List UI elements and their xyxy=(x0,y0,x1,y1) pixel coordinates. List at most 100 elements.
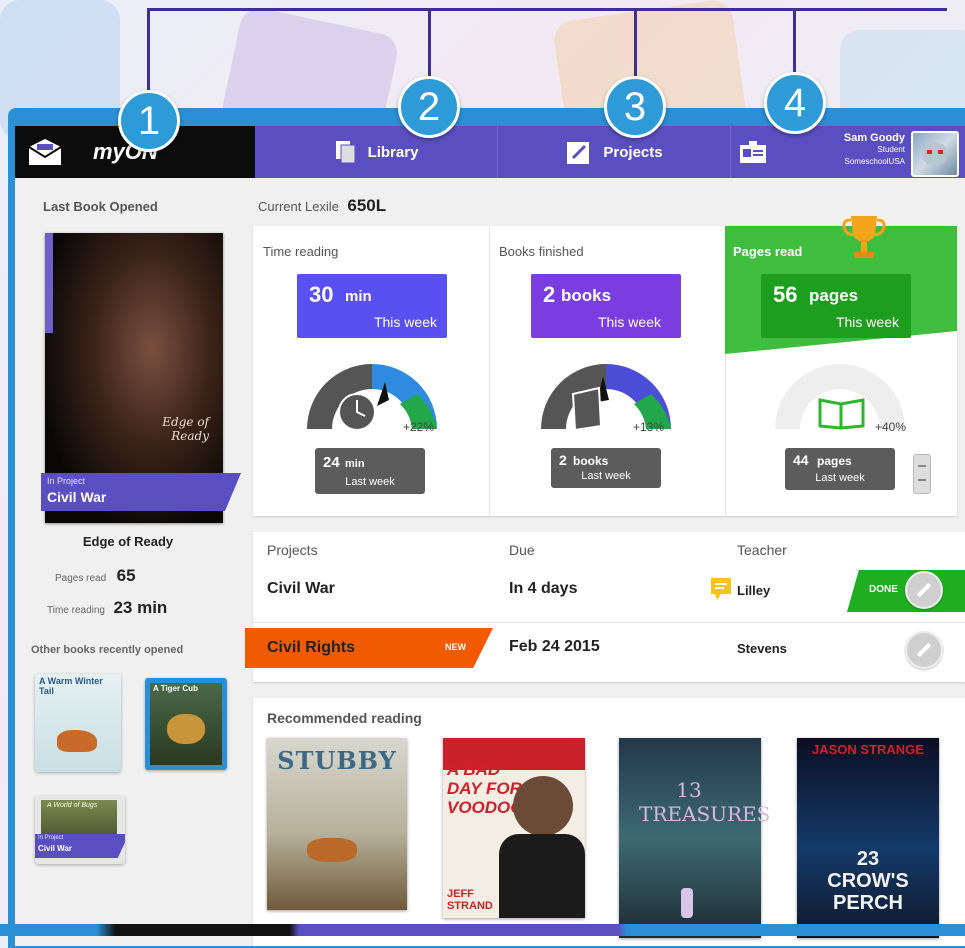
other-book-title: A Warm Winter Tail xyxy=(39,676,103,696)
book-title: Edge of Ready xyxy=(82,534,174,549)
stat-last-period: Last week xyxy=(581,470,631,482)
stat-unit: min xyxy=(345,288,372,305)
nav-projects-label: Projects xyxy=(603,143,663,161)
stat-last-unit: pages xyxy=(817,454,852,468)
in-project-small: In Project xyxy=(47,476,86,486)
scroll-button[interactable] xyxy=(913,454,931,494)
teacher-header: Teacher xyxy=(737,542,787,558)
stat-unit: books xyxy=(561,286,612,305)
edit-button[interactable] xyxy=(905,631,943,669)
book-title: STUBBY xyxy=(277,746,397,775)
stat-this-week: 30 min This week xyxy=(297,274,447,338)
stat-heading: Pages read xyxy=(733,244,803,259)
pages-read-value: 65 xyxy=(116,566,136,585)
time-reading-label: Time reading xyxy=(47,605,105,616)
library-icon xyxy=(335,141,356,164)
nav-projects[interactable]: Projects xyxy=(498,126,730,178)
stat-last-week: 24 min Last week xyxy=(315,448,425,494)
sidebar: Last Book Opened Edge of Ready In Projec… xyxy=(15,178,241,946)
project-row[interactable]: Civil War In 4 days Lilley DONE xyxy=(253,566,965,623)
pages-read-label: Pages read xyxy=(55,573,107,584)
recommended-book[interactable]: 13 TREASURES xyxy=(619,738,771,938)
book-title: 23 CROW'S PERCH xyxy=(827,848,909,914)
mail-icon xyxy=(28,139,62,165)
new-badge: NEW xyxy=(445,642,466,652)
stat-value: 56 xyxy=(773,282,798,307)
stat-this-week: 56 pages This week xyxy=(761,274,911,338)
stat-last-value: 44 xyxy=(793,452,809,468)
project-teacher: Lilley xyxy=(737,583,771,598)
stat-last-value: 24 xyxy=(323,454,340,471)
stat-last-period: Last week xyxy=(345,476,395,488)
last-book-cover[interactable]: Edge of Ready In Project Civil War xyxy=(41,233,241,523)
other-book-title: A Tiger Cub xyxy=(153,684,198,693)
other-books-heading: Other books recently opened xyxy=(31,644,184,656)
edit-button[interactable] xyxy=(905,571,943,609)
stat-unit: pages xyxy=(809,286,859,305)
stat-period: This week xyxy=(373,314,437,330)
app-window: myON Library Projects Sam Goody Student … xyxy=(15,126,965,946)
other-book-title: A World of Bugs xyxy=(47,802,98,809)
stat-last-unit: min xyxy=(345,458,365,470)
stat-period: This week xyxy=(835,314,899,330)
stat-change: +40% xyxy=(875,420,907,434)
stat-value: 2 xyxy=(543,282,556,307)
other-book-thumb[interactable]: A World of Bugs In Project Civil War xyxy=(35,796,125,864)
projects-header: Projects xyxy=(267,542,318,558)
stat-books-finished: Books finished 2 books This week +13% 2 … xyxy=(489,226,726,516)
stat-last-unit: books xyxy=(573,454,609,468)
id-card-icon xyxy=(740,141,766,163)
projects-icon xyxy=(567,142,590,164)
status-text: DONE xyxy=(869,584,898,595)
in-project-name: Civil War xyxy=(38,844,72,853)
callout-badge: 2 xyxy=(398,76,460,138)
recommended-heading: Recommended reading xyxy=(267,710,422,726)
stat-last-value: 2 xyxy=(559,452,567,468)
stat-heading: Books finished xyxy=(499,244,584,259)
stat-time-reading: Time reading 30 min This week +22% 24 mi… xyxy=(253,226,490,516)
project-name: Civil War xyxy=(267,580,335,597)
recommended-book[interactable]: JASON STRANGE 23 CROW'S PERCH xyxy=(797,738,939,938)
in-project-ribbon: In Project Civil War xyxy=(41,473,241,511)
recommended-book[interactable]: STUBBY xyxy=(267,738,407,910)
user-school: SomeschoolUSA xyxy=(844,157,905,166)
cover-title: Edge of Ready xyxy=(162,415,209,443)
other-book-thumb[interactable]: A Tiger Cub xyxy=(145,678,227,770)
book-title: 13 TREASURES xyxy=(639,778,771,826)
stat-pages-read: Pages read 56 pages This week +40% 44 pa… xyxy=(725,216,957,516)
project-row[interactable]: Civil Rights NEW Feb 24 2015 Stevens xyxy=(245,624,965,680)
user-menu[interactable]: Sam Goody Student SomeschoolUSA xyxy=(731,126,965,178)
other-book-thumb[interactable]: A Warm Winter Tail xyxy=(35,674,121,772)
callout-line xyxy=(147,8,947,11)
message-icon[interactable] xyxy=(709,576,733,602)
recommended-book[interactable]: A BAD DAY FOR VOODOO JEFF STRAND xyxy=(443,738,585,918)
recommended-card: Recommended reading STUBBY A BAD DAY FOR… xyxy=(253,698,965,946)
avatar[interactable] xyxy=(911,131,959,177)
user-role: Student xyxy=(877,145,905,154)
next-screenshot-strip xyxy=(0,924,965,936)
in-project-small: In Project xyxy=(38,835,64,841)
stats-card: Time reading 30 min This week +22% 24 mi… xyxy=(253,216,957,516)
project-due: In 4 days xyxy=(509,580,578,597)
callout-line xyxy=(147,8,150,103)
stat-last-week: 44 pages Last week xyxy=(785,448,895,490)
open-book-icon xyxy=(818,398,865,430)
trophy-icon xyxy=(842,216,886,258)
stat-change: +13% xyxy=(633,420,665,434)
stat-period: This week xyxy=(597,314,661,330)
stat-last-period: Last week xyxy=(815,472,865,484)
book-icon xyxy=(571,386,603,432)
stat-last-week: 2 books Last week xyxy=(551,448,661,488)
in-project-name: Civil War xyxy=(47,489,107,505)
project-name: Civil Rights xyxy=(267,639,356,656)
book-author: JEFF STRAND xyxy=(447,888,493,912)
callout-badge: 1 xyxy=(118,90,180,152)
due-header: Due xyxy=(509,542,535,558)
stat-heading: Time reading xyxy=(263,244,339,259)
last-book-heading: Last Book Opened xyxy=(43,199,158,214)
nav-library[interactable]: Library xyxy=(255,126,497,178)
lexile-value: 650L xyxy=(347,196,387,215)
book-author: JASON STRANGE xyxy=(812,742,924,757)
stat-value: 30 xyxy=(309,282,334,307)
projects-card: Projects Due Teacher Civil War In 4 days… xyxy=(245,532,965,682)
